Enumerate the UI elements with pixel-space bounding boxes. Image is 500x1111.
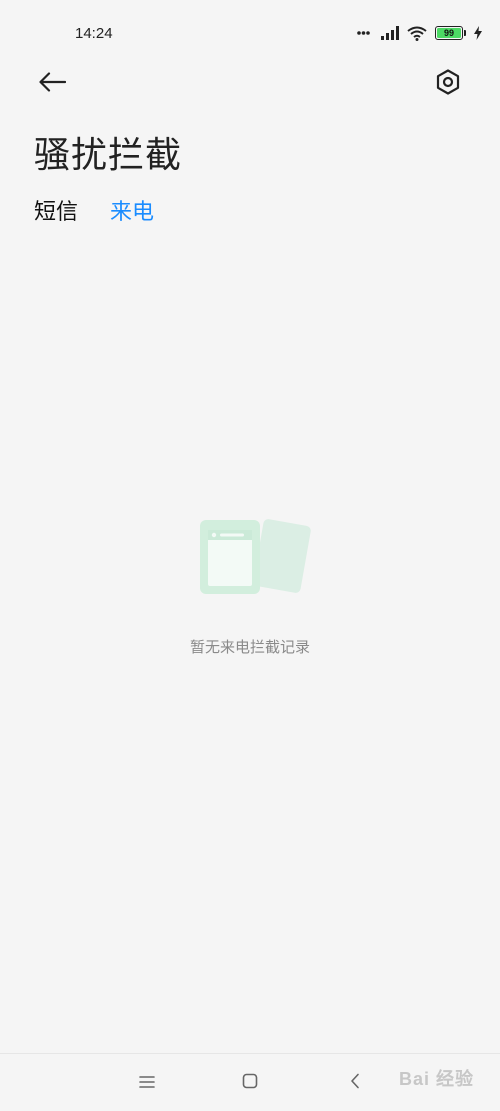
- signal-dots-icon: [357, 30, 373, 36]
- empty-state-message: 暂无来电拦截记录: [189, 638, 310, 656]
- battery-icon: 99: [435, 26, 466, 40]
- home-button[interactable]: [235, 1068, 265, 1098]
- hexagon-gear-icon: [436, 69, 460, 99]
- settings-button[interactable]: [430, 66, 466, 102]
- navigation-bar: Bai 经验: [0, 1053, 500, 1111]
- menu-lines-icon: [139, 1074, 155, 1093]
- status-bar: 14:24 99: [0, 0, 500, 64]
- charging-icon: [474, 26, 482, 40]
- home-square-icon: [242, 1073, 258, 1093]
- battery-level: 99: [437, 28, 461, 38]
- arrow-left-icon: [38, 72, 67, 96]
- status-icons: 99: [357, 24, 482, 42]
- tab-bar: 短信 来电: [34, 194, 154, 226]
- watermark-logo: Bai 经验: [398, 1069, 474, 1089]
- tab-sms[interactable]: 短信: [34, 194, 78, 226]
- chevron-left-icon: [349, 1073, 361, 1093]
- empty-records-illustration: [196, 514, 316, 598]
- status-time: 14:24: [75, 25, 113, 42]
- page-title: 骚扰拦截: [34, 135, 183, 176]
- wifi-icon: [407, 26, 427, 41]
- tab-calls[interactable]: 来电: [110, 194, 154, 226]
- recent-apps-button[interactable]: [132, 1068, 162, 1098]
- cellular-signal-icon: [381, 26, 399, 40]
- nav-back-button[interactable]: [340, 1068, 370, 1098]
- back-button[interactable]: [34, 66, 70, 102]
